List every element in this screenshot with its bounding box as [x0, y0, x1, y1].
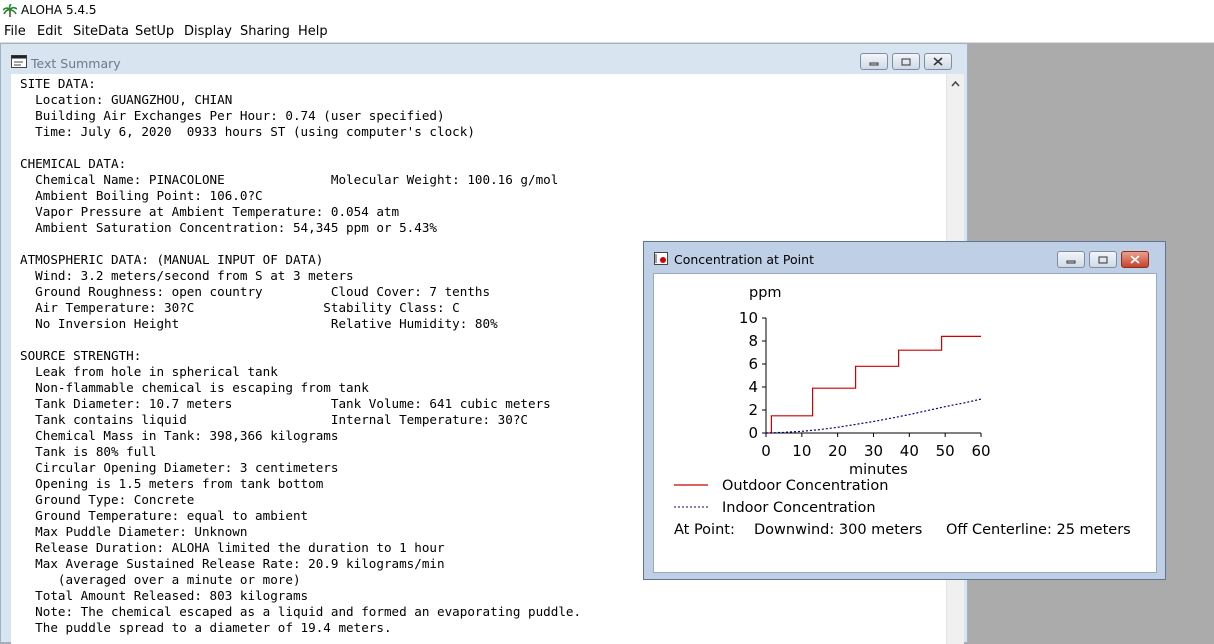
menu-file[interactable]: File [4, 24, 26, 39]
at-point-label: At Point: [674, 522, 735, 538]
chart-minimize-button[interactable] [1057, 251, 1085, 268]
restore-icon [1098, 256, 1108, 263]
menu-help[interactable]: Help [298, 24, 328, 39]
chart-maximize-button[interactable] [1089, 251, 1117, 268]
menu-sitedata[interactable]: SiteData [73, 24, 129, 39]
menu-bar: File Edit SiteData SetUp Display Sharing… [0, 22, 1214, 43]
chart-close-button[interactable] [1121, 251, 1149, 268]
minimize-button[interactable] [860, 53, 888, 70]
concentration-window: Concentration at Point ppm 0 2 4 6 8 10 0 10 20 3… [643, 241, 1166, 580]
y-tick-label: 8 [748, 332, 758, 350]
menu-sharing[interactable]: Sharing [240, 24, 290, 39]
menu-edit[interactable]: Edit [37, 24, 62, 39]
y-tick-label: 10 [739, 309, 758, 327]
close-button[interactable] [924, 53, 952, 70]
close-icon [1130, 255, 1140, 264]
menu-setup[interactable]: SetUp [135, 24, 174, 39]
text-window-icon [11, 55, 27, 68]
y-axis-label: ppm [749, 285, 782, 301]
x-axis-label: minutes [849, 462, 908, 478]
text-summary-body: SITE DATA: Location: GUANGZHOU, CHIAN Bu… [20, 76, 582, 635]
concentration-panel: ppm 0 2 4 6 8 10 0 10 20 30 40 50 60 minutes Outdoor… [653, 273, 1157, 573]
off-centerline-distance: Off Centerline: 25 meters [946, 522, 1131, 538]
minimize-icon [869, 62, 879, 65]
legend-indoor-label: Indoor Concentration [722, 500, 876, 516]
x-tick-label: 0 [761, 442, 771, 460]
downwind-distance: Downwind: 300 meters [754, 522, 922, 538]
minimize-icon [1066, 260, 1076, 263]
app-title-bar: ALOHA 5.4.5 [0, 0, 1214, 22]
x-tick-label: 40 [900, 442, 919, 460]
concentration-chart: ppm 0 2 4 6 8 10 0 10 20 30 40 50 60 minutes Outdoor… [674, 285, 1131, 538]
x-tick-label: 20 [828, 442, 847, 460]
outdoor-concentration-line [766, 335, 981, 434]
scroll-up-arrow-icon[interactable] [947, 76, 964, 92]
app-title: ALOHA 5.4.5 [21, 3, 97, 17]
text-summary-title: Text Summary [31, 56, 121, 71]
y-tick-label: 2 [748, 401, 758, 419]
x-tick-label: 60 [971, 442, 990, 460]
maximize-button[interactable] [892, 53, 920, 70]
x-tick-label: 10 [792, 442, 811, 460]
y-tick-label: 4 [748, 378, 758, 396]
x-tick-label: 30 [864, 442, 883, 460]
close-icon [933, 57, 943, 66]
aloha-palm-icon [3, 4, 17, 17]
concentration-window-title: Concentration at Point [674, 252, 814, 267]
chart-window-icon [654, 252, 668, 265]
legend-outdoor-label: Outdoor Concentration [722, 478, 888, 494]
restore-icon [901, 58, 911, 65]
y-tick-label: 0 [748, 424, 758, 442]
menu-display[interactable]: Display [184, 24, 232, 39]
y-tick-label: 6 [748, 355, 758, 373]
x-tick-label: 50 [936, 442, 955, 460]
